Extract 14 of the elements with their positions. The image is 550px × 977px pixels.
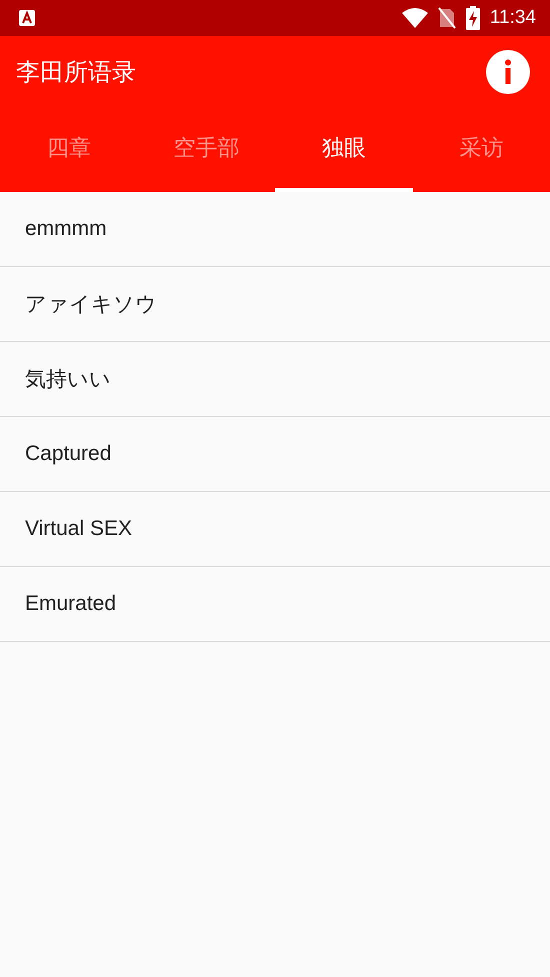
info-icon[interactable] bbox=[486, 50, 530, 94]
list-item[interactable]: 気持いい bbox=[0, 342, 550, 417]
list-item[interactable]: Captured bbox=[0, 417, 550, 492]
battery-charging-icon bbox=[466, 6, 480, 30]
wifi-icon bbox=[402, 8, 428, 28]
no-sim-icon bbox=[438, 7, 456, 29]
list-item[interactable]: emmmm bbox=[0, 192, 550, 267]
list-item[interactable]: Emurated bbox=[0, 567, 550, 642]
tab[interactable]: 独眼 bbox=[275, 108, 412, 192]
list-item[interactable]: Virtual SEX bbox=[0, 492, 550, 567]
list-item[interactable]: アァイキソウ bbox=[0, 267, 550, 342]
status-time: 11:34 bbox=[490, 7, 536, 29]
app-title: 李田所语录 bbox=[16, 57, 136, 88]
app-notification-icon bbox=[18, 9, 36, 27]
